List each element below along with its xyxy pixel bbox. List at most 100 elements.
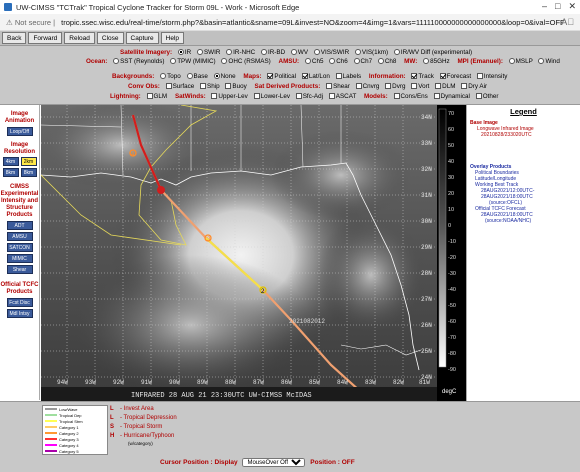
read-aloud-icon[interactable]: A⃣ xyxy=(561,17,574,27)
res-8km-button-b[interactable]: 8km xyxy=(20,168,37,177)
window-titlebar: UW-CIMSS "TCTrak" Tropical Cyclone Track… xyxy=(0,0,580,14)
checkbox-cnvrg[interactable] xyxy=(355,83,362,90)
checkbox-shear[interactable] xyxy=(326,83,333,90)
mdl-intsy-button[interactable]: Mdl Intsy xyxy=(6,309,33,318)
satwinds-label: SatWinds: xyxy=(174,93,206,100)
checkbox-sfc-adj[interactable] xyxy=(295,93,302,100)
adt-button[interactable]: ADT xyxy=(6,221,33,230)
radio-swir[interactable] xyxy=(196,49,203,56)
mouseover-select[interactable]: MouseOver Off xyxy=(242,458,306,467)
satcon-button[interactable]: SATCON xyxy=(6,243,33,252)
checkbox-political[interactable] xyxy=(267,73,274,80)
radio-base[interactable] xyxy=(186,73,193,80)
close-button[interactable]: Close xyxy=(96,32,124,44)
checkbox-vort[interactable] xyxy=(411,83,418,90)
radio-mslp[interactable] xyxy=(508,58,515,65)
checkbox-buoy[interactable] xyxy=(225,83,232,90)
minimize-icon[interactable]: – xyxy=(542,1,547,12)
reload-button[interactable]: Reload xyxy=(64,32,95,44)
checkbox-dry-air[interactable] xyxy=(461,83,468,90)
loop-button[interactable]: Loop/Off xyxy=(6,127,33,136)
radio-vis-swir[interactable] xyxy=(313,49,320,56)
shear-button[interactable]: Shear xyxy=(6,265,33,274)
radio-ch8[interactable] xyxy=(377,58,384,65)
checkbox-cons-ens[interactable] xyxy=(393,93,400,100)
fcst-disc-button[interactable]: Fcst Disc xyxy=(6,298,33,307)
lat-label: 24N xyxy=(421,374,432,381)
radio-vis-1km[interactable] xyxy=(354,49,361,56)
colorbar-tick: 0 xyxy=(448,223,451,229)
checkbox-vort-label: Vort xyxy=(418,83,430,90)
address-bar[interactable]: ⚠ Not secure | tropic.ssec.wisc.edu/real… xyxy=(0,14,580,31)
symbol-label: - Tropical Depression xyxy=(120,415,177,421)
forward-button[interactable]: Forward xyxy=(28,32,63,44)
radio-ch5-label: Ch5 xyxy=(311,58,324,65)
radio-mslp-label: MSLP xyxy=(515,58,533,65)
checkbox-dynamical[interactable] xyxy=(433,93,440,100)
radio-85ghz[interactable] xyxy=(423,58,430,65)
not-secure-warning[interactable]: ⚠ Not secure | xyxy=(6,18,55,27)
left-panel: Image Animation Loop/Off Image Resolutio… xyxy=(0,105,40,400)
ocean-label: Ocean: xyxy=(86,58,108,65)
checkbox-ascat[interactable] xyxy=(328,93,335,100)
radio-ch7[interactable] xyxy=(353,58,360,65)
checkbox-dvrg[interactable] xyxy=(385,83,392,90)
checkbox-labels[interactable] xyxy=(335,73,342,80)
lat-label: 26N xyxy=(421,322,432,329)
checkbox-track[interactable] xyxy=(411,73,418,80)
satellite-image[interactable]: 4 3 2 2021082012 INFRARED 28 AUG 21 23:3… xyxy=(41,105,437,401)
lon-label: 92W xyxy=(113,379,124,386)
radio-vis-swir-label: VIS/SWIR xyxy=(320,49,350,56)
res-4km-button[interactable]: 4km xyxy=(2,157,19,166)
res-8km-button-a[interactable]: 8km xyxy=(2,168,19,177)
radio-none[interactable] xyxy=(213,73,220,80)
close-icon[interactable]: ✕ xyxy=(568,1,576,12)
radio-ir-nhc[interactable] xyxy=(226,49,233,56)
radio-ch5[interactable] xyxy=(304,58,311,65)
colorbar-svg: 70 60 50 40 30 20 10 0 -10 -20 -30 -40 -… xyxy=(438,108,457,395)
checkbox-surface[interactable] xyxy=(165,83,172,90)
capture-button[interactable]: Capture xyxy=(125,32,159,44)
checkbox-glm[interactable] xyxy=(146,93,153,100)
radio-ir[interactable] xyxy=(177,49,184,56)
radio-ir-wv-diff[interactable] xyxy=(393,49,400,56)
colorbar-tick: -30 xyxy=(448,271,456,277)
checkbox-other[interactable] xyxy=(475,93,482,100)
radio-wind[interactable] xyxy=(538,58,545,65)
mimic-button[interactable]: MIMIC xyxy=(6,254,33,263)
lon-label: 83W xyxy=(365,379,376,386)
radio-topo[interactable] xyxy=(160,73,167,80)
key-label: Category 3 xyxy=(59,436,79,442)
help-button[interactable]: Help xyxy=(160,32,185,44)
amsu-button[interactable]: AMSU xyxy=(6,232,33,241)
checkbox-ship-label: Ship xyxy=(207,83,220,90)
radio-sst-label: SST (Reynolds) xyxy=(120,58,165,65)
radio-ohc[interactable] xyxy=(221,58,228,65)
backgrounds-row: Backgrounds: Topo Base None Maps: Politi… xyxy=(112,73,507,80)
radio-ch6[interactable] xyxy=(329,58,336,65)
checkbox-intensity[interactable] xyxy=(476,73,483,80)
lon-label: 85W xyxy=(309,379,320,386)
checkbox-upper-lev[interactable] xyxy=(211,93,218,100)
checkbox-forecast[interactable] xyxy=(439,73,446,80)
radio-wv[interactable] xyxy=(290,49,297,56)
satellite-row: Satellite Imagery: IR SWIR IR-NHC IR-BD … xyxy=(120,49,472,56)
satellite-label: Satellite Imagery: xyxy=(120,49,173,56)
res-2km-button[interactable]: 2km xyxy=(20,157,37,166)
radio-ir-bd[interactable] xyxy=(260,49,267,56)
backgrounds-label: Backgrounds: xyxy=(112,73,155,80)
radio-tpw[interactable] xyxy=(170,58,177,65)
radio-sst[interactable] xyxy=(113,58,120,65)
conv-obs-label: Conv Obs: xyxy=(128,83,160,90)
models-label: Models: xyxy=(363,93,388,100)
maximize-icon[interactable]: □ xyxy=(555,1,560,12)
sat-derived-label: Sat Derived Products: xyxy=(254,83,321,90)
url-text[interactable]: tropic.ssec.wisc.edu/real-time/storm.php… xyxy=(61,18,565,27)
back-button[interactable]: Back xyxy=(2,32,27,44)
checkbox-ship[interactable] xyxy=(200,83,207,90)
checkbox-dlm[interactable] xyxy=(435,83,442,90)
checkbox-lower-lev[interactable] xyxy=(253,93,260,100)
checkbox-dry-air-label: Dry Air xyxy=(468,83,488,90)
checkbox-latlon[interactable] xyxy=(301,73,308,80)
radio-wv-label: WV xyxy=(297,49,309,56)
